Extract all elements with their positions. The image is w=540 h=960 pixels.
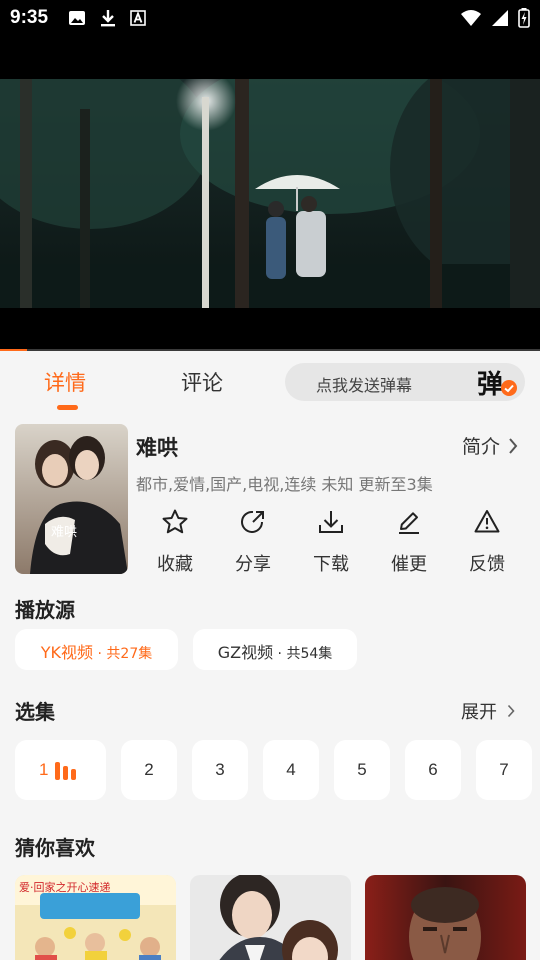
video-frame — [0, 79, 540, 308]
recommendation-list: 爱·回家之开心速递 — [0, 875, 540, 960]
episode-button[interactable]: 7 — [476, 740, 532, 800]
tab-details[interactable]: 详情 — [44, 367, 86, 397]
episodes-title: 选集 — [15, 700, 55, 724]
source-count: 共54集 — [286, 646, 333, 662]
sources-title: 播放源 — [15, 598, 75, 622]
wifi-icon — [461, 10, 481, 26]
danmaku-input[interactable]: 点我发送弹幕 弹 — [285, 363, 525, 401]
expand-episodes-link[interactable]: 展开 — [461, 698, 515, 724]
synopsis-link[interactable]: 简介 — [462, 432, 518, 459]
favorite-label: 收藏 — [157, 554, 193, 575]
danmaku-send-button[interactable]: 弹 — [477, 364, 517, 400]
chevron-right-icon — [509, 437, 518, 454]
source-count: 共27集 — [106, 646, 153, 662]
danmaku-char: 弹 — [477, 370, 504, 400]
episode-button[interactable]: 5 — [334, 740, 390, 800]
recommendation-card[interactable] — [365, 875, 526, 960]
download-icon — [101, 10, 115, 27]
chevron-right-icon — [507, 704, 515, 718]
episode-button[interactable]: 6 — [405, 740, 461, 800]
episode-button[interactable]: 2 — [121, 740, 177, 800]
download-icon — [319, 511, 343, 533]
pencil-icon — [399, 512, 419, 534]
playing-bars-icon — [55, 762, 81, 780]
download-button[interactable]: 下载 — [292, 506, 370, 576]
share-button[interactable]: 分享 — [214, 506, 292, 576]
download-label: 下载 — [313, 554, 349, 575]
episode-button[interactable]: 3 — [192, 740, 248, 800]
source-chip-yk[interactable]: YK视频 · 共27集 — [15, 629, 178, 670]
star-icon — [162, 509, 188, 534]
recommendations-title: 猜你喜欢 — [15, 836, 95, 860]
request-update-button[interactable]: 催更 — [370, 506, 448, 576]
signal-icon — [492, 10, 508, 26]
favorite-button[interactable]: 收藏 — [136, 506, 214, 576]
recommendation-card[interactable] — [190, 875, 351, 960]
danmaku-placeholder: 点我发送弹幕 — [316, 376, 413, 395]
check-badge-icon — [501, 380, 517, 396]
episode-list: 1 2 3 4 5 6 7 — [0, 740, 540, 800]
source-chip-gz[interactable]: GZ视频 · 共54集 — [193, 629, 357, 670]
font-a-icon — [130, 10, 146, 26]
episode-number: 1 — [39, 760, 49, 779]
expand-label: 展开 — [461, 702, 497, 723]
rec-poster-text: 爱·回家之开心速递 — [19, 880, 111, 894]
video-player[interactable] — [0, 36, 540, 350]
action-row: 收藏 分享 下载 催更 反馈 — [136, 506, 526, 576]
episode-button[interactable]: 4 — [263, 740, 319, 800]
episode-button[interactable]: 1 — [15, 740, 106, 800]
feedback-button[interactable]: 反馈 — [448, 506, 526, 576]
warning-icon — [474, 510, 500, 533]
status-bar: 9:35 — [0, 0, 540, 36]
show-poster[interactable]: 难哄 — [15, 424, 128, 574]
source-name: GZ视频 — [217, 643, 274, 662]
tab-bar: 详情 评论 点我发送弹幕 弹 — [0, 351, 540, 415]
share-label: 分享 — [235, 554, 271, 575]
show-meta: 都市,爱情,国产,电视,连续 未知 更新至3集 — [136, 475, 433, 494]
app-screen: { "status_bar": { "time": "9:35", "icons… — [0, 0, 540, 960]
source-name: YK视频 — [40, 643, 94, 662]
synopsis-label: 简介 — [461, 436, 500, 458]
battery-charging-icon — [518, 8, 530, 28]
recommendation-card[interactable]: 爱·回家之开心速递 — [15, 875, 176, 960]
feedback-label: 反馈 — [469, 554, 505, 575]
tab-active-indicator — [57, 405, 78, 410]
tab-comments[interactable]: 评论 — [181, 367, 223, 397]
poster-title-art: 难哄 — [51, 525, 77, 540]
image-icon — [69, 11, 85, 25]
status-time: 9:35 — [10, 7, 49, 28]
show-title: 难哄 — [136, 436, 178, 460]
request-update-label: 催更 — [391, 554, 427, 575]
share-icon — [241, 510, 264, 533]
